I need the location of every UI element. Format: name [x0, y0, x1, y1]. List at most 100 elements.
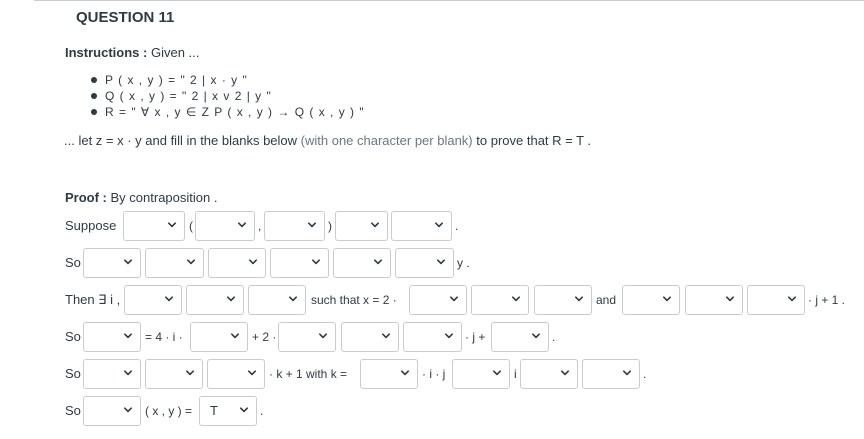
definition-q: Q ( x , y ) = " 2 | x v 2 | y "	[88, 88, 365, 104]
proof-method: By contraposition .	[110, 190, 218, 205]
row-text: and	[596, 293, 617, 307]
question-title: QUESTION 11	[76, 9, 175, 26]
chevron-down-icon	[493, 369, 501, 377]
chevron-down-icon	[231, 332, 239, 340]
blank-dropdown[interactable]	[409, 285, 467, 315]
chevron-down-icon	[187, 258, 195, 266]
row-text: + 2 ·	[252, 330, 277, 344]
blank-dropdown[interactable]	[83, 359, 141, 389]
definition-r: R = " ∀ x , y ∈ Z P ( x , y ) → Q ( x , …	[88, 104, 365, 120]
chevron-down-icon	[168, 221, 176, 229]
blank-dropdown[interactable]	[248, 285, 306, 315]
blank-dropdown[interactable]	[685, 285, 743, 315]
blank-dropdown[interactable]	[534, 285, 592, 315]
task-text: ... let z = x · y and fill in the blanks…	[64, 133, 298, 148]
chevron-down-icon	[186, 369, 194, 377]
row-text: ,	[258, 219, 262, 233]
row-text: y .	[457, 256, 470, 270]
blank-dropdown[interactable]	[123, 211, 185, 241]
chevron-down-icon	[371, 221, 379, 229]
blank-dropdown[interactable]	[333, 248, 391, 278]
chevron-down-icon	[124, 406, 132, 414]
row-label: So	[65, 255, 81, 270]
chevron-down-icon	[435, 221, 443, 229]
chevron-down-icon	[663, 295, 671, 303]
proof-heading: Proof : By contraposition .	[65, 190, 217, 205]
row-label: So	[65, 329, 81, 344]
blank-dropdown[interactable]	[278, 322, 336, 352]
blank-dropdown[interactable]	[270, 248, 329, 278]
chevron-down-icon	[561, 369, 569, 377]
definition-p: P ( x , y ) = " 2 | x · y "	[88, 72, 365, 88]
blank-dropdown[interactable]	[520, 359, 578, 389]
blank-dropdown[interactable]	[207, 359, 265, 389]
row-text: .	[260, 404, 264, 418]
chevron-down-icon	[532, 332, 540, 340]
instructions: Instructions : Given ...	[65, 45, 199, 60]
blank-dropdown[interactable]	[747, 285, 805, 315]
chevron-down-icon	[450, 295, 458, 303]
blank-dropdown[interactable]	[145, 248, 204, 278]
chevron-down-icon	[312, 258, 320, 266]
instructions-text: Given ...	[150, 45, 200, 60]
blank-dropdown[interactable]	[403, 322, 462, 352]
blank-dropdown[interactable]	[264, 211, 325, 241]
row-label: Suppose	[65, 218, 117, 233]
chevron-down-icon	[437, 258, 445, 266]
blank-dropdown-selected[interactable]: T	[199, 396, 257, 426]
row-text: .	[643, 367, 647, 381]
blank-dropdown[interactable]	[341, 322, 399, 352]
row-text: = 4 · i ·	[145, 330, 183, 344]
blank-dropdown[interactable]	[471, 285, 529, 315]
blank-dropdown[interactable]	[452, 359, 510, 389]
blank-dropdown[interactable]	[395, 248, 454, 278]
selected-value: T	[210, 403, 218, 418]
top-divider	[34, 0, 864, 1]
chevron-down-icon	[248, 369, 256, 377]
blank-dropdown[interactable]	[335, 211, 388, 241]
blank-dropdown[interactable]	[186, 285, 244, 315]
blank-dropdown[interactable]	[491, 322, 549, 352]
blank-dropdown[interactable]	[145, 359, 203, 389]
blank-dropdown[interactable]	[391, 211, 452, 241]
chevron-down-icon	[124, 369, 132, 377]
row-text: · i · j	[422, 367, 446, 381]
chevron-down-icon	[623, 369, 631, 377]
row-text: · j +	[465, 330, 486, 344]
row-text: i	[514, 367, 517, 381]
blank-dropdown[interactable]	[195, 211, 255, 241]
definition-list: P ( x , y ) = " 2 | x · y " Q ( x , y ) …	[88, 72, 365, 120]
row-text: · k + 1 with k =	[269, 367, 348, 381]
chevron-down-icon	[445, 332, 453, 340]
row-text: ( x , y ) =	[145, 404, 193, 418]
blank-dropdown[interactable]	[83, 248, 141, 278]
blank-dropdown[interactable]	[622, 285, 680, 315]
row-label: So	[65, 403, 81, 418]
task-description: ... let z = x · y and fill in the blanks…	[64, 133, 591, 148]
blank-dropdown[interactable]	[83, 322, 141, 352]
blank-dropdown[interactable]	[582, 359, 640, 389]
blank-dropdown[interactable]	[83, 396, 141, 426]
task-hint: (with one character per blank)	[300, 133, 473, 148]
blank-dropdown[interactable]	[360, 359, 418, 389]
instructions-label: Instructions :	[65, 45, 148, 60]
proof-label: Proof :	[65, 190, 107, 205]
row-text: · j + 1 .	[808, 293, 846, 307]
row-text: such that x = 2 ·	[311, 293, 397, 307]
chevron-down-icon	[726, 295, 734, 303]
blank-dropdown[interactable]	[190, 322, 248, 352]
row-text: .	[552, 330, 556, 344]
chevron-down-icon	[308, 221, 316, 229]
chevron-down-icon	[788, 295, 796, 303]
task-goal: to prove that R = T .	[476, 133, 592, 148]
blank-dropdown[interactable]	[124, 285, 182, 315]
chevron-down-icon	[512, 295, 520, 303]
chevron-down-icon	[319, 332, 327, 340]
chevron-down-icon	[165, 295, 173, 303]
chevron-down-icon	[124, 258, 132, 266]
blank-dropdown[interactable]	[208, 248, 266, 278]
chevron-down-icon	[124, 332, 132, 340]
chevron-down-icon	[374, 258, 382, 266]
chevron-down-icon	[227, 295, 235, 303]
row-text: (	[189, 219, 193, 233]
